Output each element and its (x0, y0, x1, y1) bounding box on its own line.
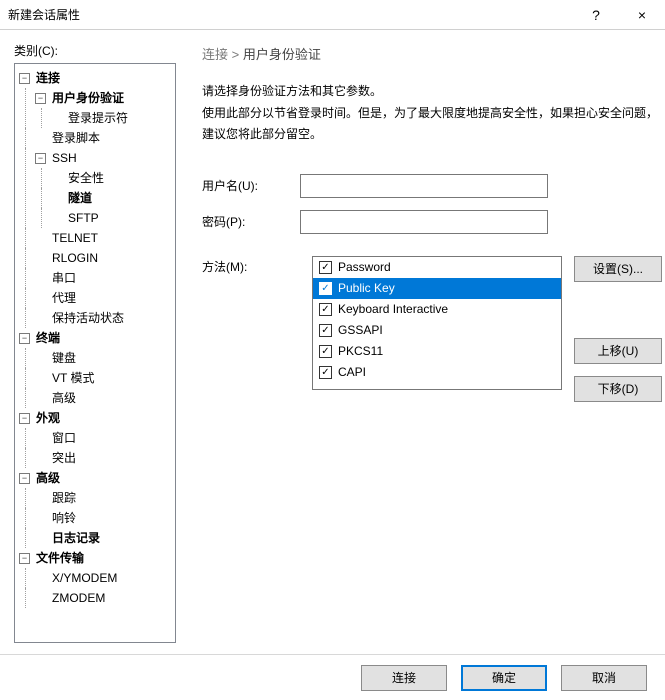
checkbox-icon[interactable]: ✓ (319, 303, 332, 316)
move-down-button[interactable]: 下移(D) (574, 376, 662, 402)
collapse-icon[interactable]: − (19, 553, 30, 564)
method-item-label: CAPI (338, 365, 366, 379)
collapse-icon[interactable]: − (19, 413, 30, 424)
tree-item-login-script[interactable]: 登录脚本 (50, 128, 102, 148)
tree-item-ssh[interactable]: SSH (50, 148, 79, 168)
checkbox-icon[interactable]: ✓ (319, 366, 332, 379)
breadcrumb: 连接 > 用户身份验证 (202, 44, 662, 63)
tree-item-proxy[interactable]: 代理 (50, 288, 78, 308)
checkbox-icon[interactable]: ✓ (319, 345, 332, 358)
method-label: 方法(M): (202, 256, 300, 275)
ok-button[interactable]: 确定 (461, 665, 547, 691)
tree-item-user-auth[interactable]: 用户身份验证 (50, 88, 126, 108)
tree-item-window[interactable]: 窗口 (50, 428, 78, 448)
method-item-label: Public Key (338, 281, 395, 295)
username-label: 用户名(U): (202, 177, 300, 194)
category-tree[interactable]: −连接 −用户身份验证 登录提示符 登录脚本 −SSH 安全性 (14, 63, 176, 643)
tree-item-advanced[interactable]: 高级 (34, 468, 62, 488)
collapse-icon[interactable]: − (19, 473, 30, 484)
checkbox-icon[interactable]: ✓ (319, 324, 332, 337)
tree-item-tunnel[interactable]: 隧道 (66, 188, 94, 208)
tree-item-terminal[interactable]: 终端 (34, 328, 62, 348)
titlebar: 新建会话属性 ? × (0, 0, 665, 30)
tree-item-trace[interactable]: 跟踪 (50, 488, 78, 508)
help-button[interactable]: ? (573, 0, 619, 30)
method-item[interactable]: ✓ CAPI (313, 362, 561, 383)
checkbox-icon[interactable]: ✓ (319, 261, 332, 274)
tree-item-xymodem[interactable]: X/YMODEM (50, 568, 119, 588)
tree-item-serial[interactable]: 串口 (50, 268, 78, 288)
method-item[interactable]: ✓ Public Key (313, 278, 561, 299)
collapse-icon[interactable]: − (19, 73, 30, 84)
username-input[interactable] (300, 174, 548, 198)
method-item-label: PKCS11 (338, 344, 383, 358)
collapse-icon[interactable]: − (35, 93, 46, 104)
tree-item-connection[interactable]: 连接 (34, 68, 62, 88)
close-button[interactable]: × (619, 0, 665, 30)
tree-item-telnet[interactable]: TELNET (50, 228, 100, 248)
password-input[interactable] (300, 210, 548, 234)
description: 请选择身份验证方法和其它参数。 使用此部分以节省登录时间。但是，为了最大限度地提… (202, 81, 662, 146)
method-item[interactable]: ✓ PKCS11 (313, 341, 561, 362)
method-item-label: GSSAPI (338, 323, 383, 337)
connect-button[interactable]: 连接 (361, 665, 447, 691)
method-item[interactable]: ✓ Password (313, 257, 561, 278)
tree-item-rlogin[interactable]: RLOGIN (50, 248, 100, 268)
method-item[interactable]: ✓ Keyboard Interactive (313, 299, 561, 320)
tree-item-log[interactable]: 日志记录 (50, 528, 102, 548)
category-label: 类别(C): (14, 42, 176, 59)
dialog-footer: 连接 确定 取消 (0, 654, 665, 700)
password-label: 密码(P): (202, 213, 300, 230)
method-item-label: Keyboard Interactive (338, 302, 448, 316)
tree-item-login-prompt[interactable]: 登录提示符 (66, 108, 130, 128)
tree-item-bell[interactable]: 响铃 (50, 508, 78, 528)
checkbox-icon[interactable]: ✓ (319, 282, 332, 295)
tree-item-vtmode[interactable]: VT 模式 (50, 368, 96, 388)
tree-item-advanced[interactable]: 高级 (50, 388, 78, 408)
collapse-icon[interactable]: − (19, 333, 30, 344)
tree-item-filetransfer[interactable]: 文件传输 (34, 548, 86, 568)
move-up-button[interactable]: 上移(U) (574, 338, 662, 364)
tree-item-keepalive[interactable]: 保持活动状态 (50, 308, 126, 328)
cancel-button[interactable]: 取消 (561, 665, 647, 691)
setup-button[interactable]: 设置(S)... (574, 256, 662, 282)
tree-item-highlight[interactable]: 突出 (50, 448, 78, 468)
method-item[interactable]: ✓ GSSAPI (313, 320, 561, 341)
collapse-icon[interactable]: − (35, 153, 46, 164)
method-item-label: Password (338, 260, 391, 274)
tree-item-zmodem[interactable]: ZMODEM (50, 588, 107, 608)
tree-item-security[interactable]: 安全性 (66, 168, 106, 188)
method-listbox[interactable]: ✓ Password ✓ Public Key ✓ Keyboard Interactiv… (312, 256, 562, 390)
window-title: 新建会话属性 (0, 6, 80, 23)
tree-item-keyboard[interactable]: 键盘 (50, 348, 78, 368)
tree-item-sftp[interactable]: SFTP (66, 208, 101, 228)
tree-item-appearance[interactable]: 外观 (34, 408, 62, 428)
